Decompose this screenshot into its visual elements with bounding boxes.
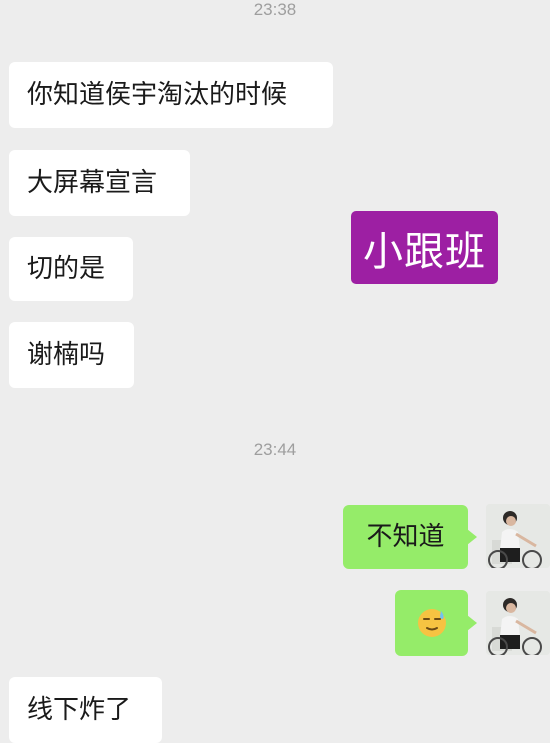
message-text: 不知道 <box>366 522 445 552</box>
message-text: 切的是 <box>27 254 106 284</box>
sweat-smile-emoji <box>417 609 446 637</box>
person-avatar-icon <box>486 591 550 655</box>
timestamp: 23:44 <box>253 440 297 459</box>
message-text: 线下炸了 <box>27 695 132 725</box>
message-bubble-incoming[interactable]: 切的是 <box>9 237 133 301</box>
sticker-image[interactable]: 小跟班 <box>351 211 498 284</box>
message-bubble-incoming[interactable]: 谢楠吗 <box>9 322 134 388</box>
message-bubble-incoming[interactable]: 线下炸了 <box>9 677 162 743</box>
message-bubble-incoming[interactable]: 大屏幕宣言 <box>9 150 190 216</box>
message-text: 你知道侯宇淘汰的时候 <box>27 80 288 110</box>
person-avatar-icon <box>486 504 550 568</box>
message-bubble-outgoing[interactable]: 不知道 <box>343 505 477 569</box>
avatar[interactable] <box>486 504 550 568</box>
message-bubble-incoming[interactable]: 你知道侯宇淘汰的时候 <box>9 62 333 128</box>
message-text: 大屏幕宣言 <box>27 168 158 198</box>
message-bubble-outgoing[interactable] <box>395 590 477 656</box>
sticker-text: 小跟班 <box>363 228 486 275</box>
timestamp: 23:38 <box>253 0 297 19</box>
message-text: 谢楠吗 <box>27 340 106 370</box>
avatar[interactable] <box>486 591 550 655</box>
